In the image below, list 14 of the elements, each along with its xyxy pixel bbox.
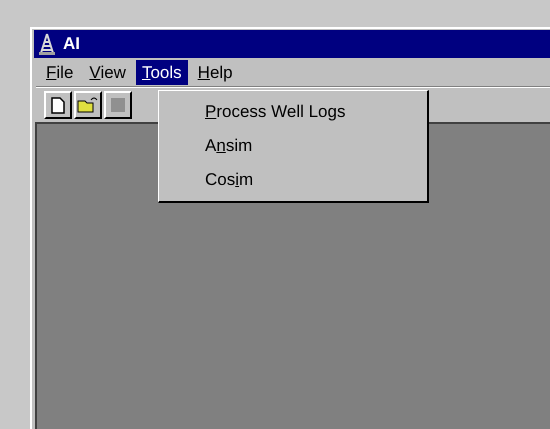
dropdown-item[interactable]: Cosim bbox=[159, 163, 427, 197]
window-title: AI bbox=[63, 33, 80, 56]
menu-item[interactable]: View bbox=[83, 60, 132, 84]
document-icon bbox=[51, 96, 65, 114]
folder-icon bbox=[77, 96, 99, 114]
save-button[interactable] bbox=[104, 91, 132, 119]
dropdown-item[interactable]: Process Well Logs bbox=[159, 95, 427, 129]
menu-item[interactable]: File bbox=[40, 60, 80, 84]
menu-item[interactable]: Tools bbox=[136, 60, 188, 84]
derrick-icon bbox=[37, 33, 57, 55]
open-folder-button[interactable] bbox=[74, 91, 102, 119]
dropdown-item[interactable]: Ansim bbox=[159, 129, 427, 163]
new-file-button[interactable] bbox=[44, 91, 72, 119]
menu-item[interactable]: Help bbox=[192, 60, 239, 84]
